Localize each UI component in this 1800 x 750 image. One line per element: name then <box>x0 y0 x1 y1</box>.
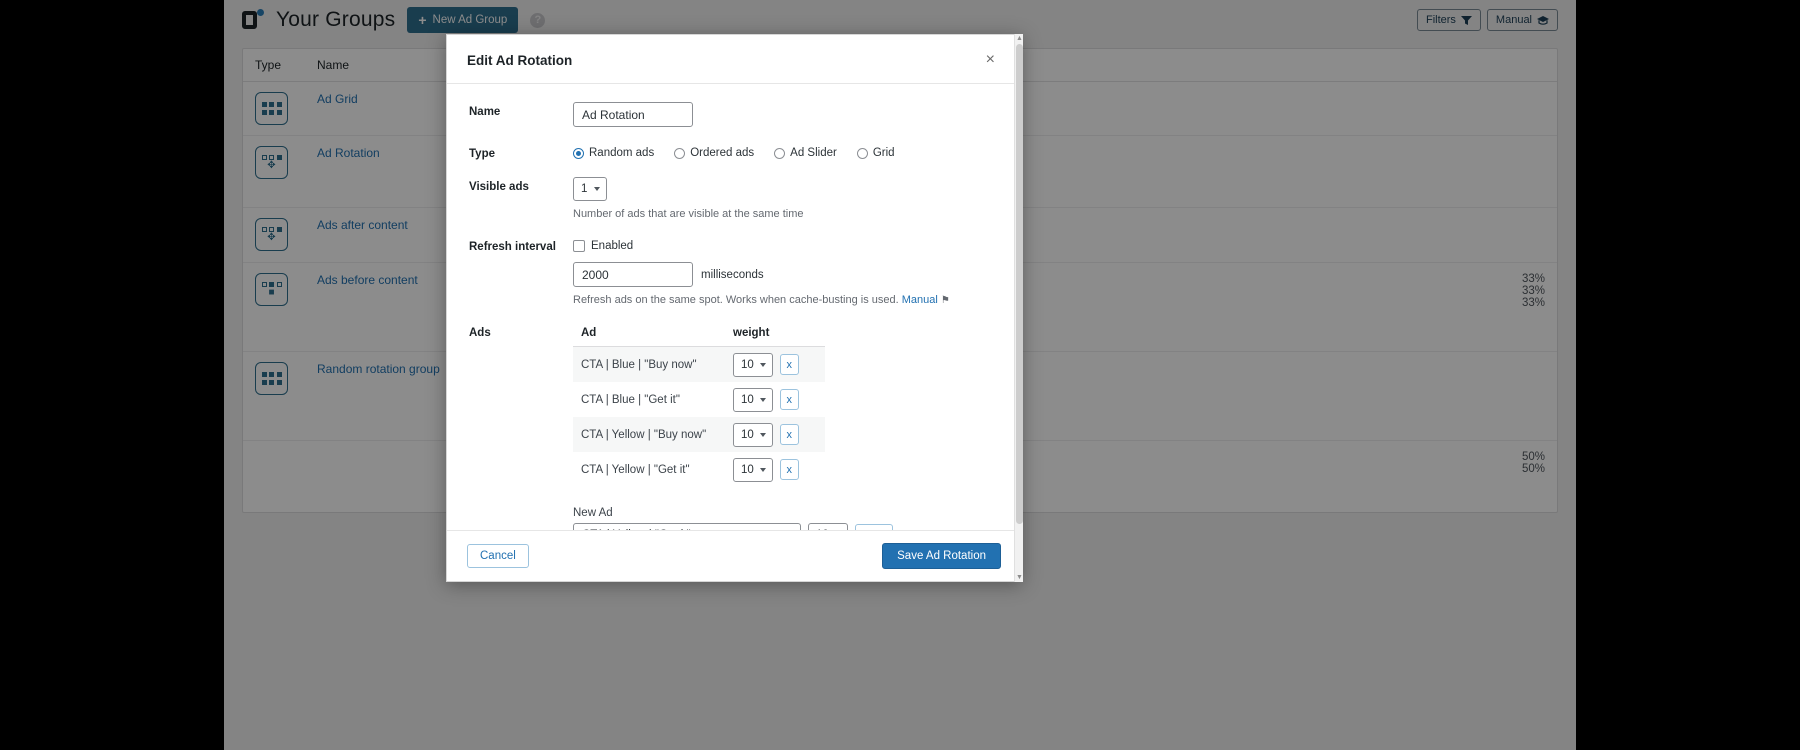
ad-weight-select[interactable]: 10 <box>733 423 773 447</box>
refresh-interval-input[interactable] <box>573 262 693 287</box>
refresh-unit-label: milliseconds <box>701 269 764 281</box>
modal-footer: Cancel Save Ad Rotation <box>447 530 1021 581</box>
name-input[interactable] <box>573 102 693 127</box>
ad-name: CTA | Yellow | "Buy now" <box>581 429 733 441</box>
radio-icon-selected <box>573 148 584 159</box>
radio-random-ads[interactable]: Random ads <box>573 147 654 159</box>
ad-name: CTA | Blue | "Buy now" <box>581 359 733 371</box>
refresh-label: Refresh interval <box>469 237 573 306</box>
scroll-up-icon[interactable]: ▲ <box>1016 34 1023 43</box>
ad-row: CTA | Blue | "Buy now" 10 x <box>573 347 825 382</box>
remove-ad-button[interactable]: x <box>780 424 799 445</box>
ad-weight-value: 10 <box>741 359 754 371</box>
ads-column-weight: weight <box>733 327 769 339</box>
save-ad-rotation-button[interactable]: Save Ad Rotation <box>882 543 1001 569</box>
ad-weight-select[interactable]: 10 <box>733 353 773 377</box>
scroll-down-icon[interactable]: ▼ <box>1016 573 1023 582</box>
refresh-hint: Refresh ads on the same spot. Works when… <box>573 294 1001 306</box>
field-ads: Ads Ad weight CTA | Blue | "Buy now" 10 <box>469 323 1001 530</box>
modal-header: Edit Ad Rotation × <box>447 35 1021 84</box>
ads-table-header: Ad weight <box>573 323 825 347</box>
visible-ads-select[interactable]: 1 <box>573 177 607 201</box>
radio-ad-slider[interactable]: Ad Slider <box>774 147 837 159</box>
modal-overlay: Edit Ad Rotation × Name Type Random ads <box>0 0 1800 750</box>
new-ad-weight-value: 10 <box>816 529 829 530</box>
ads-table: Ad weight CTA | Blue | "Buy now" 10 x <box>573 323 825 487</box>
radio-label: Random ads <box>589 147 654 159</box>
ads-column-ad: Ad <box>581 327 733 339</box>
field-type: Type Random ads Ordered ads <box>469 144 1001 160</box>
radio-grid[interactable]: Grid <box>857 147 895 159</box>
ad-weight-select[interactable]: 10 <box>733 458 773 482</box>
refresh-manual-link[interactable]: Manual <box>902 294 938 306</box>
new-ad-selected-value: CTA | Yellow | "Get it" <box>582 529 691 530</box>
checkbox-icon <box>573 240 585 252</box>
visible-ads-value: 1 <box>581 183 587 195</box>
close-icon[interactable]: × <box>980 51 1001 69</box>
ad-weight-select[interactable]: 10 <box>733 388 773 412</box>
ad-row: CTA | Yellow | "Buy now" 10 x <box>573 417 825 452</box>
refresh-enabled-checkbox[interactable]: Enabled <box>573 237 1001 252</box>
modal-scrollbar[interactable]: ▲ ▼ <box>1014 34 1023 582</box>
type-label: Type <box>469 144 573 160</box>
remove-ad-button[interactable]: x <box>780 459 799 480</box>
new-ad-label: New Ad <box>573 507 1001 519</box>
flag-icon: ⚑ <box>941 295 950 306</box>
new-ad-section: New Ad CTA | Yellow | "Get it" 10 add <box>573 507 1001 530</box>
field-name: Name <box>469 102 1001 127</box>
ads-label: Ads <box>469 323 573 530</box>
refresh-enabled-label: Enabled <box>591 240 633 252</box>
refresh-value-row: milliseconds <box>573 262 1001 287</box>
field-visible-ads: Visible ads 1 Number of ads that are vis… <box>469 177 1001 220</box>
cancel-button[interactable]: Cancel <box>467 544 529 568</box>
scrollbar-thumb[interactable] <box>1016 44 1023 524</box>
modal-body: Name Type Random ads Ord <box>447 84 1021 530</box>
radio-label: Ad Slider <box>790 147 837 159</box>
remove-ad-button[interactable]: x <box>780 389 799 410</box>
new-ad-weight-select[interactable]: 10 <box>808 523 848 530</box>
visible-ads-hint: Number of ads that are visible at the sa… <box>573 208 1001 220</box>
ad-name: CTA | Blue | "Get it" <box>581 394 733 406</box>
type-radio-group: Random ads Ordered ads Ad Slider Gr <box>573 144 1001 159</box>
radio-icon <box>857 148 868 159</box>
name-label: Name <box>469 102 573 127</box>
ad-weight-value: 10 <box>741 429 754 441</box>
field-refresh-interval: Refresh interval Enabled milliseconds Re… <box>469 237 1001 306</box>
ad-name: CTA | Yellow | "Get it" <box>581 464 733 476</box>
new-ad-row: CTA | Yellow | "Get it" 10 add <box>573 523 1001 530</box>
ad-row: CTA | Blue | "Get it" 10 x <box>573 382 825 417</box>
refresh-hint-text: Refresh ads on the same spot. Works when… <box>573 294 899 306</box>
ad-weight-value: 10 <box>741 394 754 406</box>
radio-label: Grid <box>873 147 895 159</box>
edit-ad-rotation-modal: Edit Ad Rotation × Name Type Random ads <box>446 34 1022 582</box>
ad-row: CTA | Yellow | "Get it" 10 x <box>573 452 825 487</box>
radio-icon <box>674 148 685 159</box>
radio-label: Ordered ads <box>690 147 754 159</box>
modal-title: Edit Ad Rotation <box>467 53 572 68</box>
remove-ad-button[interactable]: x <box>780 354 799 375</box>
ad-weight-value: 10 <box>741 464 754 476</box>
visible-ads-label: Visible ads <box>469 177 573 220</box>
new-ad-select[interactable]: CTA | Yellow | "Get it" <box>573 523 801 530</box>
radio-icon <box>774 148 785 159</box>
radio-ordered-ads[interactable]: Ordered ads <box>674 147 754 159</box>
